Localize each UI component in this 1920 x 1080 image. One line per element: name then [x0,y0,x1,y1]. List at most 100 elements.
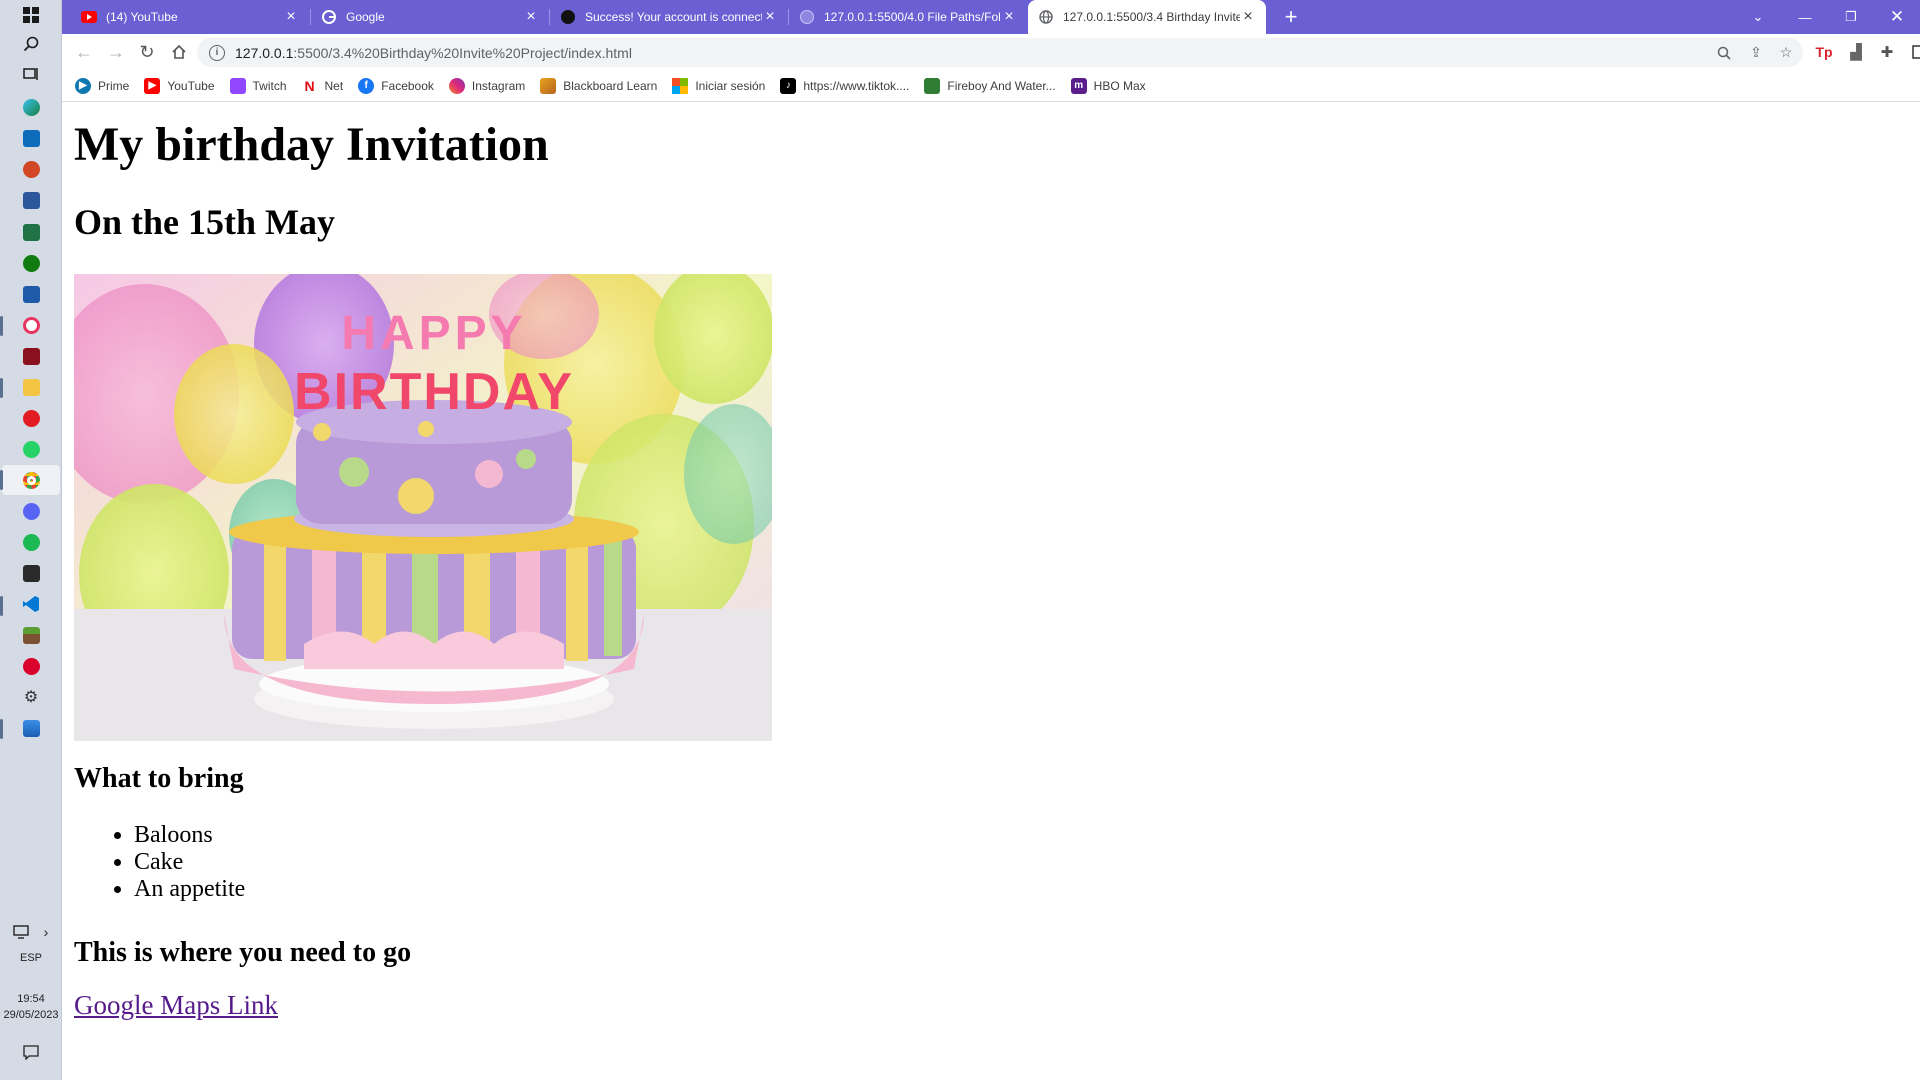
close-icon[interactable]: × [1001,9,1017,25]
bookmark-label: Prime [98,78,130,93]
youtube-icon [81,9,97,25]
word-icon[interactable] [19,188,43,212]
bookmark-blackboard[interactable]: Blackboard Learn [540,77,658,94]
list-item: Cake [134,849,245,876]
bookmark-instagram[interactable]: Instagram [448,77,525,94]
close-icon[interactable]: × [283,9,299,25]
network-icon[interactable] [10,920,34,944]
bookmark-label: Fireboy And Water... [947,78,1056,93]
opera-icon[interactable] [19,406,43,430]
chrome-icon[interactable] [19,468,43,492]
extensions-puzzle-icon[interactable]: ✚ [1873,38,1901,66]
epic-icon[interactable] [19,344,43,368]
file-explorer-icon[interactable] [19,375,43,399]
info-icon[interactable]: i [209,44,225,61]
system-clock[interactable]: 19:54 29/05/2023 [0,991,62,1023]
bookmark-fireboy[interactable]: Fireboy And Water... [924,77,1056,94]
cake-candle-text: HAPPY [341,307,526,360]
back-button[interactable]: ← [70,38,98,66]
opera-gx-icon[interactable] [19,313,43,337]
reload-button[interactable]: ↻ [133,38,161,66]
chevron-right-icon[interactable]: › [34,920,58,944]
bookmark-label: HBO Max [1093,78,1146,93]
google-icon [321,9,337,25]
side-panel-icon[interactable] [1905,38,1920,66]
bookmark-label: Iniciar sesión [695,78,766,93]
close-icon[interactable]: × [762,9,778,25]
bookmark-iniciar-sesion[interactable]: Iniciar sesión [672,77,766,94]
browser-tab-strip: (14) YouTube × Google × Success! Your ac… [62,0,1920,34]
photos-icon[interactable] [19,716,43,740]
whatsapp-icon[interactable] [19,437,43,461]
birthday-cake-image: HAPPY BIRTHDAY [74,274,772,741]
powerpoint-icon[interactable] [19,157,43,181]
tab-success[interactable]: Success! Your account is connect × [550,0,788,34]
search-icon[interactable] [19,32,43,56]
bookmark-facebook[interactable]: f Facebook [358,77,434,94]
instagram-icon [448,77,465,94]
notifications-icon[interactable] [19,1040,43,1064]
xbox-icon[interactable] [19,251,43,275]
tab-youtube[interactable]: (14) YouTube × [71,0,309,34]
bookmark-label: Blackboard Learn [563,78,658,93]
netflix-icon: N [301,77,318,94]
fireboy-icon [924,77,941,94]
bookmark-tiktok[interactable]: ♪ https://www.tiktok.... [780,77,910,94]
outlook-icon[interactable] [19,126,43,150]
location-heading: This is where you need to go [74,937,412,968]
extension-tp-icon[interactable]: Tp [1810,38,1838,66]
minimize-button[interactable]: — [1782,0,1828,34]
bookmark-star-icon[interactable]: ☆ [1773,38,1799,67]
bring-list: Baloons Cake An appetite [114,822,245,903]
clock-time: 19:54 [17,993,45,1005]
discord-icon[interactable] [19,499,43,523]
bookmark-label: https://www.tiktok.... [803,78,910,93]
address-bar[interactable]: i 127.0.0.1:5500/3.4%20Birthday%20Invite… [197,38,1803,67]
facebook-icon: f [358,77,375,94]
minecraft-icon[interactable] [19,623,43,647]
home-button[interactable] [165,38,193,66]
microsoft-icon [672,77,689,94]
red-app-icon[interactable] [19,654,43,678]
blackboard-icon [540,77,557,94]
epic-games-icon[interactable] [19,561,43,585]
close-window-button[interactable]: ✕ [1874,0,1920,34]
share-icon[interactable]: ⇪ [1743,38,1769,67]
close-icon[interactable]: × [1240,9,1256,25]
zoom-icon[interactable] [1711,38,1737,67]
extension-chart-icon[interactable]: ▟ [1842,38,1870,66]
windows-start-icon[interactable] [19,3,43,27]
excel-icon[interactable] [19,220,43,244]
bookmark-youtube[interactable]: ▶ YouTube [144,77,215,94]
list-item: An appetite [134,876,245,903]
bookmarks-bar: ▶ Prime ▶ YouTube Twitch N Net f Facebook In… [62,70,1920,102]
bookmark-label: Twitch [252,78,287,93]
google-maps-link[interactable]: Google Maps Link [74,990,278,1021]
spotify-icon[interactable] [19,530,43,554]
visual-studio-code-icon[interactable] [19,592,43,616]
bookmark-label: Facebook [381,78,434,93]
edge-icon[interactable] [19,95,43,119]
hbo-max-icon: m [1070,77,1087,94]
bookmark-twitch[interactable]: Twitch [229,77,287,94]
close-icon[interactable]: × [523,9,539,25]
page-viewport: My birthday Invitation On the 15th May H… [62,103,1920,1080]
tab-file-paths[interactable]: 127.0.0.1:5500/4.0 File Paths/Fol × [789,0,1027,34]
list-item: Baloons [134,822,245,849]
tab-google[interactable]: Google × [311,0,549,34]
restore-button[interactable]: ❐ [1828,0,1874,34]
tab-birthday-invite[interactable]: 127.0.0.1:5500/3.4 Birthday Invite × [1028,0,1266,34]
input-language[interactable]: ESP [0,952,62,964]
url-host: 127.0.0.1 [235,44,294,61]
bookmark-hbo-max[interactable]: m HBO Max [1070,77,1146,94]
task-view-icon[interactable] [19,62,43,86]
new-tab-button[interactable]: + [1277,3,1305,31]
prime-video-icon: ▶ [75,77,91,94]
settings-icon[interactable]: ⚙ [19,685,43,709]
forward-button[interactable]: → [102,38,130,66]
tab-search-icon[interactable]: ⌄ [1735,0,1781,34]
bookmark-prime[interactable]: ▶ Prime [75,77,130,94]
tab-title: 127.0.0.1:5500/3.4 Birthday Invite [1063,10,1240,24]
vscode-blue-icon[interactable] [19,282,43,306]
bookmark-netflix[interactable]: N Net [301,77,343,94]
